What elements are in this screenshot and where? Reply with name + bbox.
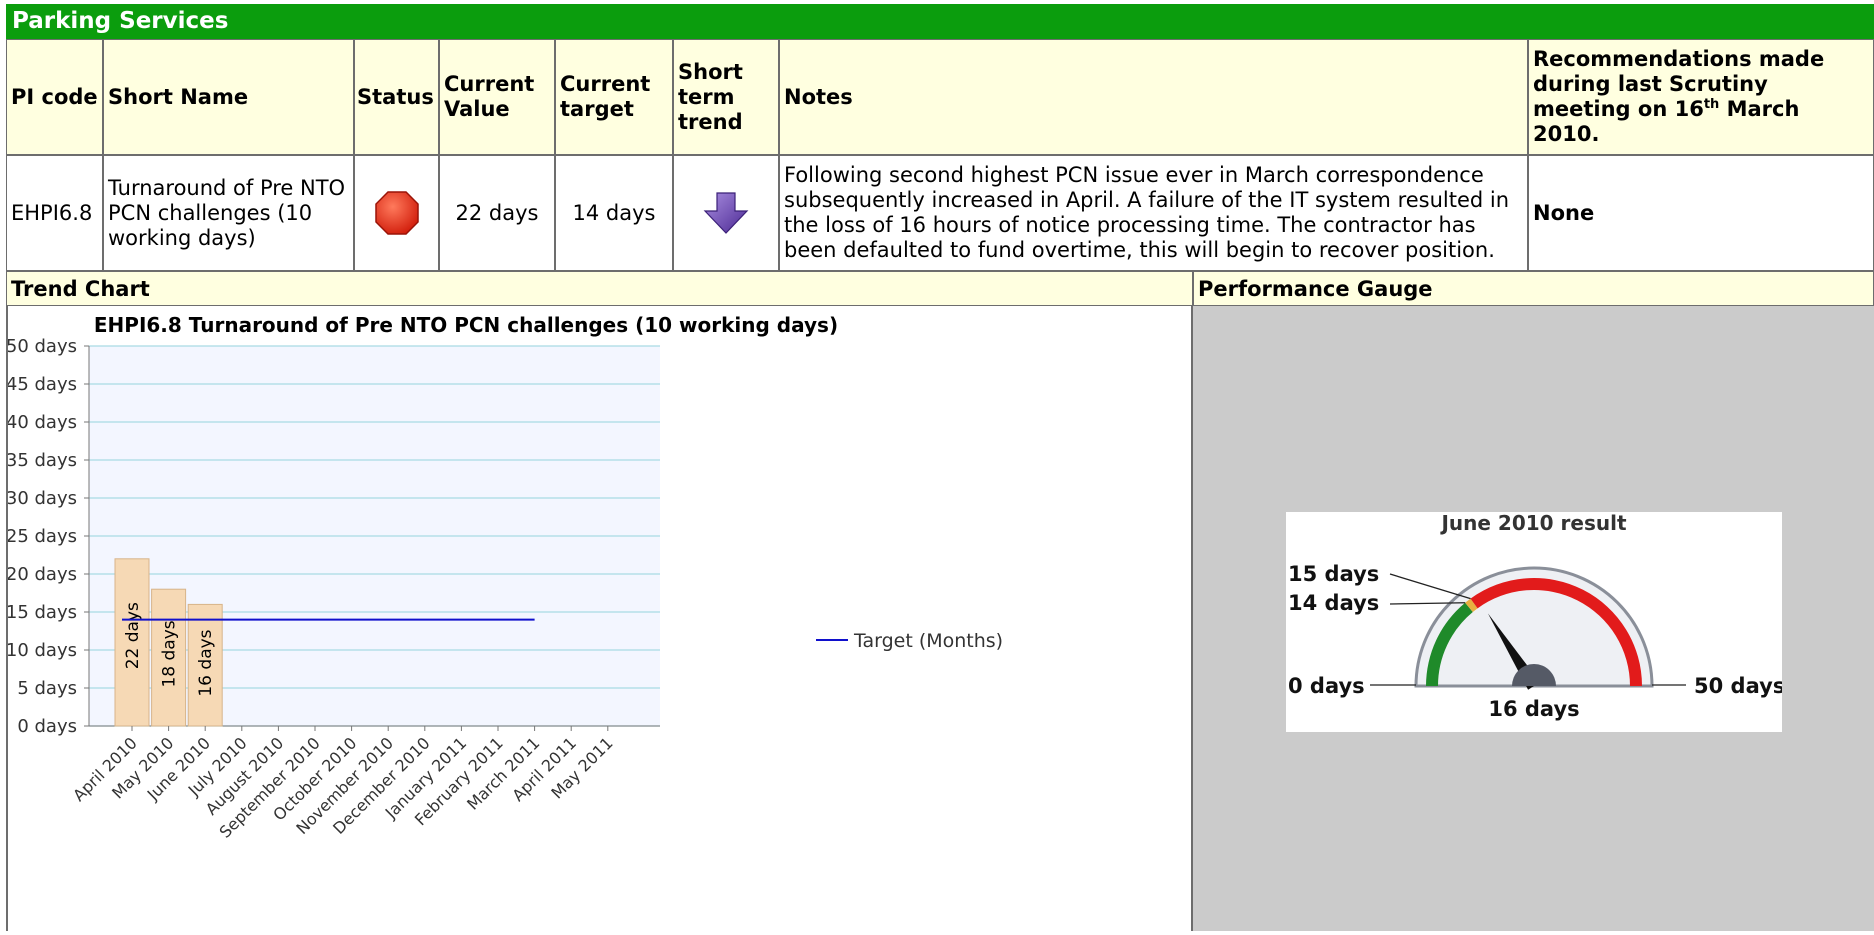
red-stop-octagon-icon bbox=[374, 191, 419, 235]
cell-short-term-trend bbox=[673, 155, 779, 271]
header-short-term-trend: Short term trend bbox=[673, 39, 779, 155]
performance-gauge-panel: June 2010 result 0 days 50 days 14 days 15 … bbox=[1193, 306, 1874, 931]
cell-short-name: Turnaround of Pre NTO PCN challenges (10… bbox=[103, 155, 354, 271]
y-tick-label: 20 days bbox=[8, 564, 77, 585]
section-title: Parking Services bbox=[6, 4, 1874, 39]
cell-current-target: 14 days bbox=[555, 155, 673, 271]
gauge-card: June 2010 result 0 days 50 days 14 days 15 … bbox=[1286, 511, 1785, 732]
bar-data-label: 22 days bbox=[123, 602, 143, 669]
gauge-value-label: 16 days bbox=[1488, 697, 1579, 721]
y-tick-label: 35 days bbox=[8, 450, 77, 471]
header-pi-code: PI code bbox=[6, 39, 103, 155]
gauge-max-label: 50 days bbox=[1694, 674, 1782, 698]
header-recommendations-sup: th bbox=[1703, 97, 1720, 112]
chart-title: EHPI6.8 Turnaround of Pre NTO PCN challe… bbox=[94, 313, 838, 337]
y-tick-label: 25 days bbox=[8, 526, 77, 547]
page: Parking Services PI code Short Name Stat… bbox=[0, 0, 1874, 931]
gauge-title: June 2010 result bbox=[1439, 512, 1626, 535]
gauge-min-label: 0 days bbox=[1288, 674, 1365, 698]
y-tick-label: 10 days bbox=[8, 640, 77, 661]
gauge: June 2010 result 0 days 50 days 14 days 15 … bbox=[1288, 511, 1785, 721]
header-status: Status bbox=[354, 39, 439, 155]
trend-chart: EHPI6.8 Turnaround of Pre NTO PCN challe… bbox=[6, 313, 1003, 842]
bar-data-label: 16 days bbox=[196, 629, 216, 696]
y-tick-label: 30 days bbox=[8, 488, 77, 509]
chart-legend: Target (Months) bbox=[816, 630, 1003, 652]
performance-gauge-header: Performance Gauge bbox=[1193, 271, 1874, 306]
header-notes: Notes bbox=[779, 39, 1528, 155]
y-tick-label: 5 days bbox=[17, 678, 77, 699]
gauge-amber-label: 15 days bbox=[1288, 562, 1379, 586]
header-recommendations: Recommendations made during last Scrutin… bbox=[1528, 39, 1874, 155]
purple-down-arrow-icon bbox=[703, 192, 749, 234]
cell-current-value: 22 days bbox=[439, 155, 555, 271]
gauge-target-label: 14 days bbox=[1288, 591, 1379, 615]
legend-target-label: Target (Months) bbox=[853, 630, 1003, 652]
y-tick-label: 40 days bbox=[8, 412, 77, 433]
header-current-value: Current Value bbox=[439, 39, 555, 155]
y-tick-label: 0 days bbox=[17, 716, 77, 737]
y-tick-label: 15 days bbox=[8, 602, 77, 623]
y-tick-label: 45 days bbox=[8, 374, 77, 395]
header-current-target: Current target bbox=[555, 39, 673, 155]
trend-chart-panel: EHPI6.8 Turnaround of Pre NTO PCN challe… bbox=[6, 306, 1193, 931]
cell-notes: Following second highest PCN issue ever … bbox=[779, 155, 1528, 271]
cell-status bbox=[354, 155, 439, 271]
header-short-name: Short Name bbox=[103, 39, 354, 155]
trend-chart-header: Trend Chart bbox=[6, 271, 1193, 306]
y-tick-label: 50 days bbox=[8, 336, 77, 357]
cell-recommendations: None bbox=[1528, 155, 1874, 271]
cell-pi-code: EHPI6.8 bbox=[6, 155, 103, 271]
gauge-amber-callout bbox=[1389, 573, 1471, 600]
bar-data-label: 18 days bbox=[160, 620, 180, 687]
header-recommendations-text: Recommendations made during last Scrutin… bbox=[1533, 47, 1863, 147]
